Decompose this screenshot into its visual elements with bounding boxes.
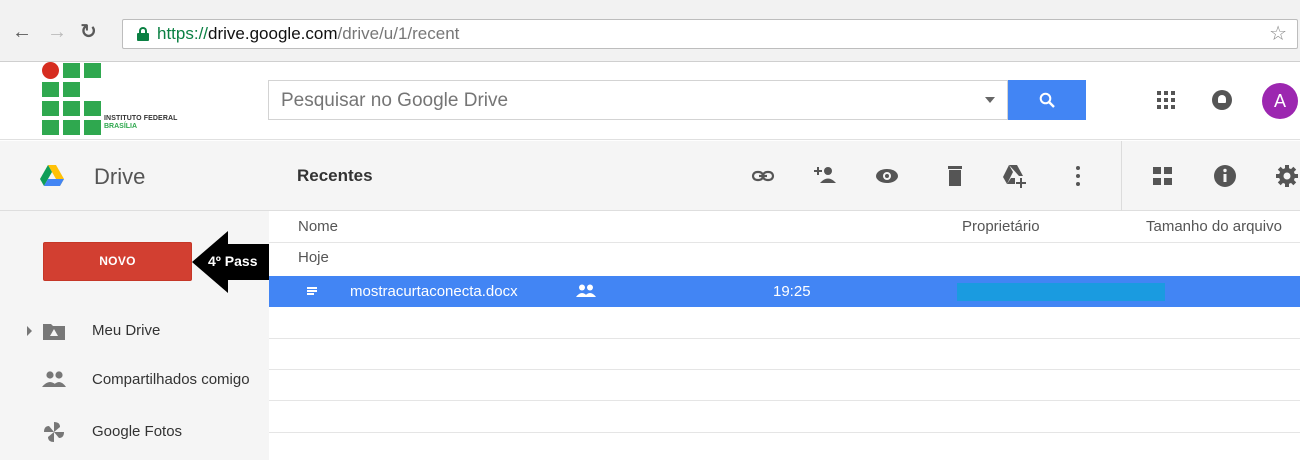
search-options-dropdown-icon[interactable]: [985, 97, 995, 103]
more-vert-icon[interactable]: [1065, 163, 1091, 189]
grid-view-icon[interactable]: [1150, 163, 1176, 189]
column-header-name[interactable]: Nome: [298, 218, 338, 235]
shared-with-me-icon: [42, 371, 66, 387]
forward-arrow-icon[interactable]: →: [47, 22, 67, 42]
table-row[interactable]: mostracurtaconecta.docx 19:25: [269, 276, 1300, 307]
column-header-owner[interactable]: Proprietário: [962, 218, 1040, 235]
file-name[interactable]: mostracurtaconecta.docx: [350, 283, 518, 300]
file-list: Nome Proprietário Tamanho do arquivo Hoj…: [269, 211, 1300, 460]
add-to-drive-icon[interactable]: [1001, 163, 1027, 189]
logo-text-line1: INSTITUTO FEDERAL: [104, 115, 178, 122]
search-input[interactable]: Pesquisar no Google Drive: [268, 80, 1008, 120]
group-label-today: Hoje: [298, 249, 329, 266]
avatar[interactable]: A: [1262, 83, 1298, 119]
file-modified-time: 19:25: [773, 283, 811, 300]
search-button[interactable]: [1008, 80, 1086, 120]
shared-people-icon: [576, 284, 596, 297]
column-header-file-size[interactable]: Tamanho do arquivo: [1146, 218, 1282, 235]
sidebar-item-my-drive[interactable]: Meu Drive: [0, 314, 269, 348]
preview-icon[interactable]: [874, 163, 900, 189]
sidebar-item-label: Meu Drive: [92, 322, 161, 339]
settings-icon[interactable]: [1274, 163, 1300, 189]
institution-logo[interactable]: INSTITUTO FEDERAL BRASÍLIA: [42, 62, 222, 140]
document-icon: [307, 287, 317, 295]
address-bar[interactable]: https://drive.google.com/drive/u/1/recen…: [122, 19, 1298, 49]
row-divider: [269, 400, 1300, 401]
drive-toolbar: Drive Recentes: [0, 141, 1300, 211]
tutorial-callout-label: 4º Pass: [208, 253, 258, 269]
browser-chrome: ← → ↻ https://drive.google.com/drive/u/1…: [0, 0, 1300, 62]
search-placeholder: Pesquisar no Google Drive: [281, 90, 509, 111]
row-divider: [269, 432, 1300, 433]
sidebar-item-shared-with-me[interactable]: Compartilhados comigo: [0, 363, 269, 397]
apps-grid-icon[interactable]: [1157, 91, 1175, 109]
share-icon[interactable]: [812, 163, 838, 189]
drive-header: INSTITUTO FEDERAL BRASÍLIA Pesquisar no …: [0, 62, 1300, 140]
page-title: Recentes: [297, 166, 373, 185]
row-divider: [269, 242, 1300, 243]
sidebar-item-label: Google Fotos: [92, 423, 183, 440]
new-button[interactable]: NOVO: [43, 242, 192, 281]
back-arrow-icon[interactable]: ←: [12, 22, 32, 42]
drive-logo-icon[interactable]: [40, 165, 64, 187]
app-title[interactable]: Drive: [94, 164, 145, 190]
logo-text-line2: BRASÍLIA: [104, 123, 138, 130]
row-divider: [269, 369, 1300, 370]
info-icon[interactable]: [1212, 163, 1238, 189]
url-text[interactable]: https://drive.google.com/drive/u/1/recen…: [157, 24, 459, 44]
expand-arrow-icon[interactable]: [27, 326, 32, 336]
my-drive-icon: [43, 324, 65, 340]
notifications-icon[interactable]: [1212, 90, 1232, 110]
lock-icon: [137, 27, 149, 41]
delete-icon[interactable]: [942, 163, 968, 189]
sidebar-item-label: Compartilhados comigo: [92, 371, 250, 388]
search-icon: [1039, 92, 1055, 108]
owner-redacted: [957, 283, 1165, 301]
get-link-icon[interactable]: [750, 163, 776, 189]
google-photos-icon: [44, 422, 64, 442]
sidebar-item-google-photos[interactable]: Google Fotos: [0, 415, 269, 449]
left-sidebar: NOVO 4º Pass Meu Drive Compartilhados co…: [0, 211, 272, 460]
bookmark-star-icon[interactable]: ☆: [1269, 23, 1287, 45]
row-divider: [269, 338, 1300, 339]
reload-icon[interactable]: ↻: [80, 22, 97, 42]
toolbar-divider: [1121, 141, 1122, 211]
